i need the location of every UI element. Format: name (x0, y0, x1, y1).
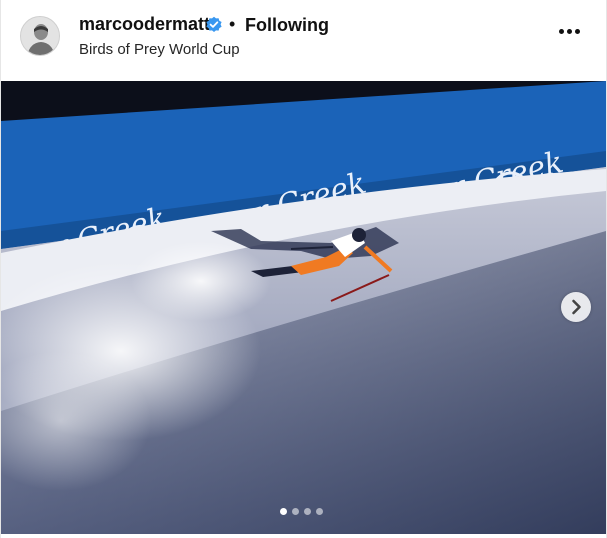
carousel-dot (292, 508, 299, 515)
ski-race-photo: Beaver CreekBeaver CreekBeaver CreekBeav… (1, 81, 606, 534)
instagram-post: marcoodermatt • Following Birds of Prey … (0, 0, 607, 538)
following-button[interactable]: Following (245, 15, 329, 36)
more-dot (559, 29, 564, 34)
avatar[interactable] (20, 16, 60, 56)
more-dot (575, 29, 580, 34)
post-header: marcoodermatt • Following Birds of Prey … (0, 0, 607, 80)
separator-dot: • (229, 14, 236, 34)
post-location[interactable]: Birds of Prey World Cup (79, 41, 240, 58)
carousel-dot (316, 508, 323, 515)
carousel-dot (304, 508, 311, 515)
post-image[interactable]: Beaver CreekBeaver CreekBeaver CreekBeav… (1, 81, 606, 534)
carousel-indicator (280, 508, 330, 516)
carousel-dot-active (280, 508, 287, 515)
carousel-next-button[interactable] (561, 292, 591, 322)
chevron-right-icon (572, 299, 581, 315)
username[interactable]: marcoodermatt (79, 14, 210, 35)
more-options-icon[interactable] (557, 27, 583, 37)
more-dot (567, 29, 572, 34)
verified-badge-icon (206, 16, 222, 32)
